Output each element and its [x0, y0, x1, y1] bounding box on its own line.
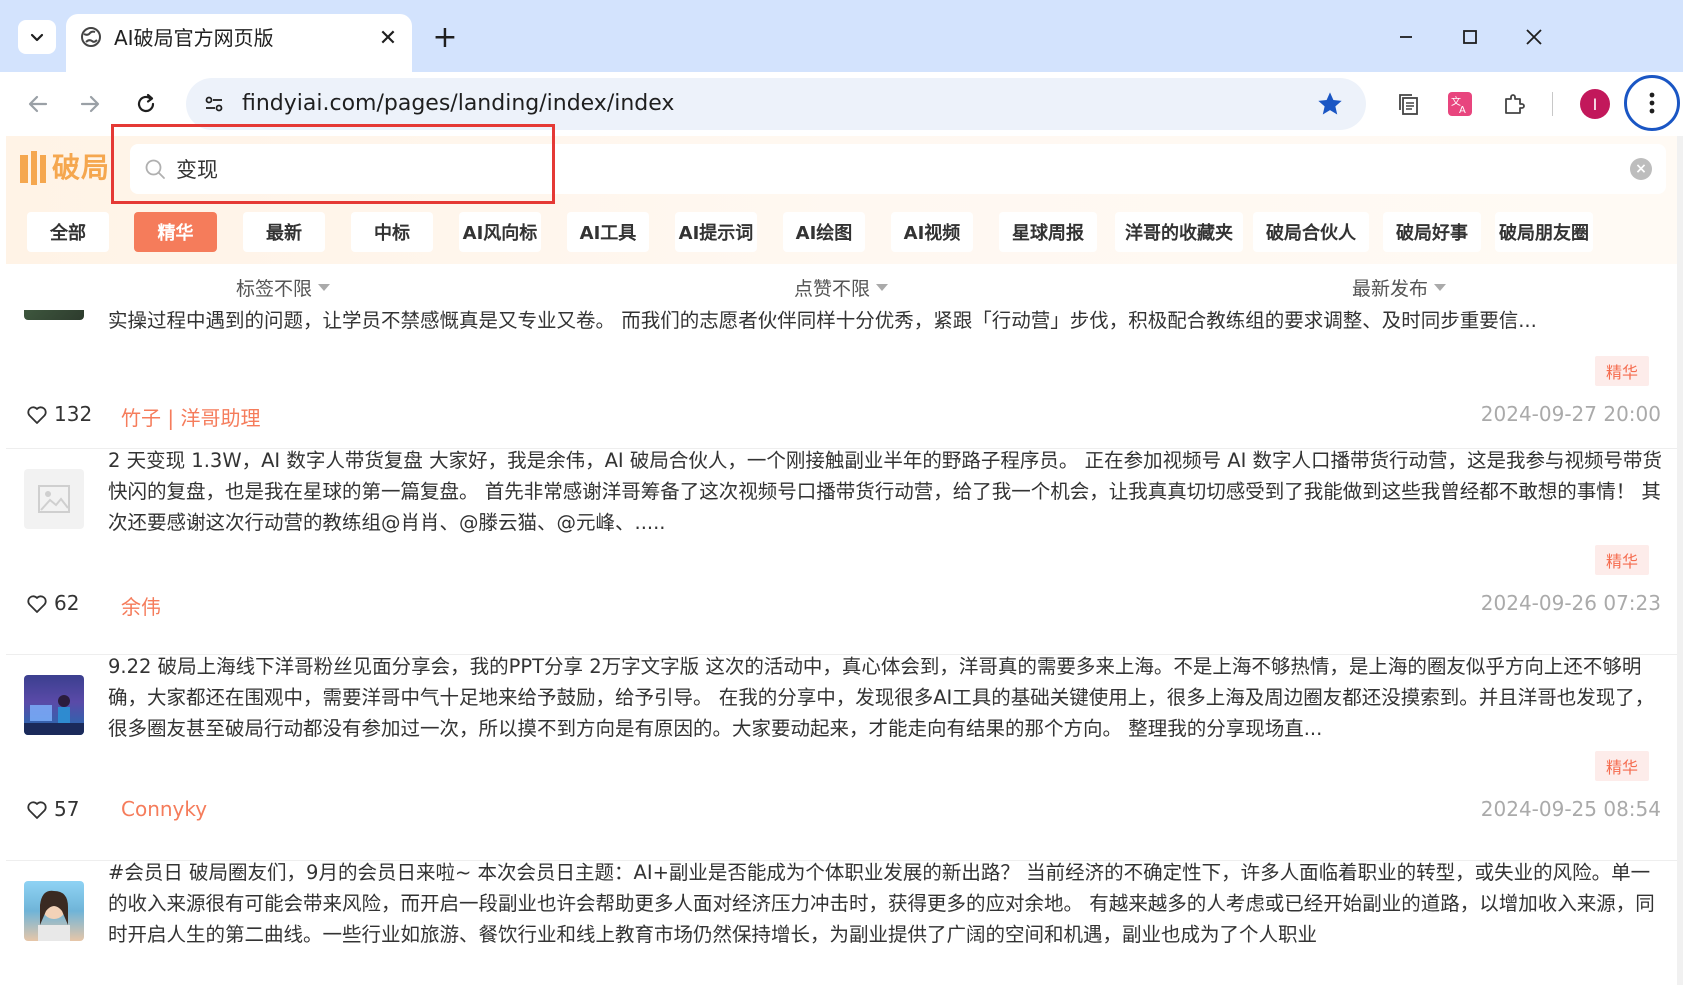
bookmark-star-icon[interactable]	[1316, 90, 1344, 118]
thumbnail-portrait	[38, 890, 70, 941]
author-name[interactable]: Connyky	[121, 797, 207, 821]
url-text[interactable]: findyiai.com/pages/landing/index/index	[242, 90, 674, 118]
post-thumbnail[interactable]	[24, 310, 84, 320]
search-highlight-annotation	[111, 124, 555, 204]
maximize-button[interactable]	[1450, 18, 1490, 56]
category-tabs: 全部 精华 最新 中标 AI风向标 AI工具 AI提示词 AI绘图 AI视频 星…	[20, 212, 1670, 252]
arrow-right-icon	[80, 95, 100, 113]
caret-down-icon	[1434, 284, 1447, 291]
post-feed: 实操过程中遇到的问题，让学员不禁感慨真是又专业又卷。 而我们的志愿者伙伴同样十分…	[6, 310, 1677, 985]
tag-filter-dropdown[interactable]: 标签不限	[236, 274, 331, 301]
close-window-button[interactable]	[1514, 18, 1554, 56]
tab-strip: AI破局官方网页版 ✕ +	[0, 0, 1683, 72]
site-info-button[interactable]	[200, 90, 228, 118]
caret-down-icon	[318, 284, 331, 291]
list-item[interactable]: #会员日 破局圈友们，9月的会员日来啦~ 本次会员日主题：AI+副业是否能成为个…	[6, 861, 1677, 985]
tab-search-button[interactable]	[18, 20, 56, 54]
likes-filter-label: 点赞不限	[794, 278, 871, 300]
like-count: 62	[54, 591, 80, 615]
back-button[interactable]	[20, 86, 56, 122]
list-item[interactable]: 实操过程中遇到的问题，让学员不禁感慨真是又专业又卷。 而我们的志愿者伙伴同样十分…	[6, 310, 1677, 448]
tag-filter-label: 标签不限	[236, 278, 313, 300]
reload-icon	[137, 93, 155, 113]
heart-icon[interactable]	[26, 404, 48, 426]
post-thumbnail[interactable]	[24, 881, 84, 941]
toolbar-divider	[1552, 92, 1553, 116]
address-bar[interactable]: findyiai.com/pages/landing/index/index	[186, 78, 1366, 130]
logo-mark-icon	[20, 151, 46, 185]
tab-ai-video[interactable]: AI视频	[891, 212, 973, 252]
sort-label: 最新发布	[1352, 278, 1429, 300]
minimize-button[interactable]	[1386, 18, 1426, 56]
image-placeholder-icon	[38, 485, 70, 513]
tab-good-news[interactable]: 破局好事	[1383, 212, 1481, 252]
filter-bar: 标签不限 点赞不限 最新发布	[0, 264, 1683, 310]
tab-title: AI破局官方网页版	[114, 26, 274, 50]
new-tab-button[interactable]: +	[428, 20, 462, 55]
chevron-down-icon	[30, 33, 44, 42]
tab-close-icon[interactable]: ✕	[374, 24, 402, 52]
list-item[interactable]: 9.22 破局上海线下洋哥粉丝见面分享会，我的PPT分享 2万字文字版 这次的活…	[6, 655, 1677, 860]
post-excerpt[interactable]: #会员日 破局圈友们，9月的会员日来啦~ 本次会员日主题：AI+副业是否能成为个…	[108, 857, 1668, 950]
forward-button[interactable]	[72, 86, 108, 122]
post-date: 2024-09-25 08:54	[1480, 797, 1661, 821]
post-thumbnail[interactable]	[24, 675, 84, 735]
active-tab[interactable]: AI破局官方网页版 ✕	[66, 14, 412, 72]
featured-badge: 精华	[1595, 356, 1649, 386]
post-date: 2024-09-26 07:23	[1480, 591, 1661, 615]
scrollbar-track[interactable]	[1677, 136, 1683, 985]
post-thumbnail[interactable]	[24, 469, 84, 529]
featured-badge: 精华	[1595, 545, 1649, 575]
tab-yangge-favorites[interactable]: 洋哥的收藏夹	[1115, 212, 1243, 252]
maximize-icon	[1463, 30, 1477, 44]
tab-ai-drawing[interactable]: AI绘图	[783, 212, 865, 252]
extensions-button[interactable]	[1496, 86, 1532, 122]
reload-button[interactable]	[128, 86, 164, 122]
list-item[interactable]: 2 天变现 1.3W，AI 数字人带货复盘 大家好，我是余伟，AI 破局合伙人，…	[6, 449, 1677, 654]
browser-menu-button[interactable]	[1624, 75, 1680, 131]
translate-extension-button[interactable]: 文A	[1442, 86, 1478, 122]
author-name[interactable]: 余伟	[121, 591, 161, 620]
post-excerpt[interactable]: 2 天变现 1.3W，AI 数字人带货复盘 大家好，我是余伟，AI 破局合伙人，…	[108, 445, 1668, 538]
minimize-icon	[1400, 36, 1412, 38]
tab-latest[interactable]: 最新	[243, 212, 325, 252]
heart-icon[interactable]	[26, 593, 48, 615]
tab-featured[interactable]: 精华	[134, 212, 217, 252]
clear-search-icon[interactable]: ×	[1630, 158, 1652, 180]
post-date: 2024-09-27 20:00	[1480, 402, 1661, 426]
tab-winning-bid[interactable]: 中标	[351, 212, 433, 252]
tune-icon	[205, 96, 223, 112]
like-count: 132	[54, 402, 93, 426]
tab-all[interactable]: 全部	[27, 212, 109, 252]
sort-dropdown[interactable]: 最新发布	[1352, 274, 1447, 301]
more-vertical-icon	[1649, 92, 1655, 114]
arrow-left-icon	[28, 95, 48, 113]
translate-icon: 文A	[1448, 92, 1472, 116]
close-icon	[1526, 29, 1542, 45]
post-excerpt[interactable]: 9.22 破局上海线下洋哥粉丝见面分享会，我的PPT分享 2万字文字版 这次的活…	[108, 651, 1668, 744]
puzzle-icon	[1505, 94, 1525, 114]
likes-filter-dropdown[interactable]: 点赞不限	[794, 274, 889, 301]
tab-weekly-report[interactable]: 星球周报	[999, 212, 1097, 252]
featured-badge: 精华	[1595, 751, 1649, 781]
site-logo[interactable]: 破局	[18, 148, 110, 188]
post-excerpt[interactable]: 实操过程中遇到的问题，让学员不禁感慨真是又专业又卷。 而我们的志愿者伙伴同样十分…	[108, 310, 1668, 336]
reading-list-button[interactable]	[1390, 86, 1426, 122]
tab-ai-trends[interactable]: AI风向标	[459, 212, 541, 252]
profile-avatar[interactable]: I	[1580, 89, 1610, 119]
logo-text: 破局	[52, 151, 111, 184]
thumbnail-illustration	[24, 695, 84, 735]
tab-ai-tools[interactable]: AI工具	[567, 212, 649, 252]
tab-ai-prompts[interactable]: AI提示词	[675, 212, 757, 252]
svg-text:A: A	[1459, 105, 1466, 116]
copy-icon	[1399, 94, 1418, 115]
heart-icon[interactable]	[26, 799, 48, 821]
like-count: 57	[54, 797, 80, 821]
caret-down-icon	[876, 284, 889, 291]
author-name[interactable]: 竹子 | 洋哥助理	[121, 402, 260, 431]
globe-icon	[81, 27, 101, 47]
tab-partners[interactable]: 破局合伙人	[1253, 212, 1369, 252]
tab-friends-circle[interactable]: 破局朋友圈	[1495, 212, 1593, 252]
